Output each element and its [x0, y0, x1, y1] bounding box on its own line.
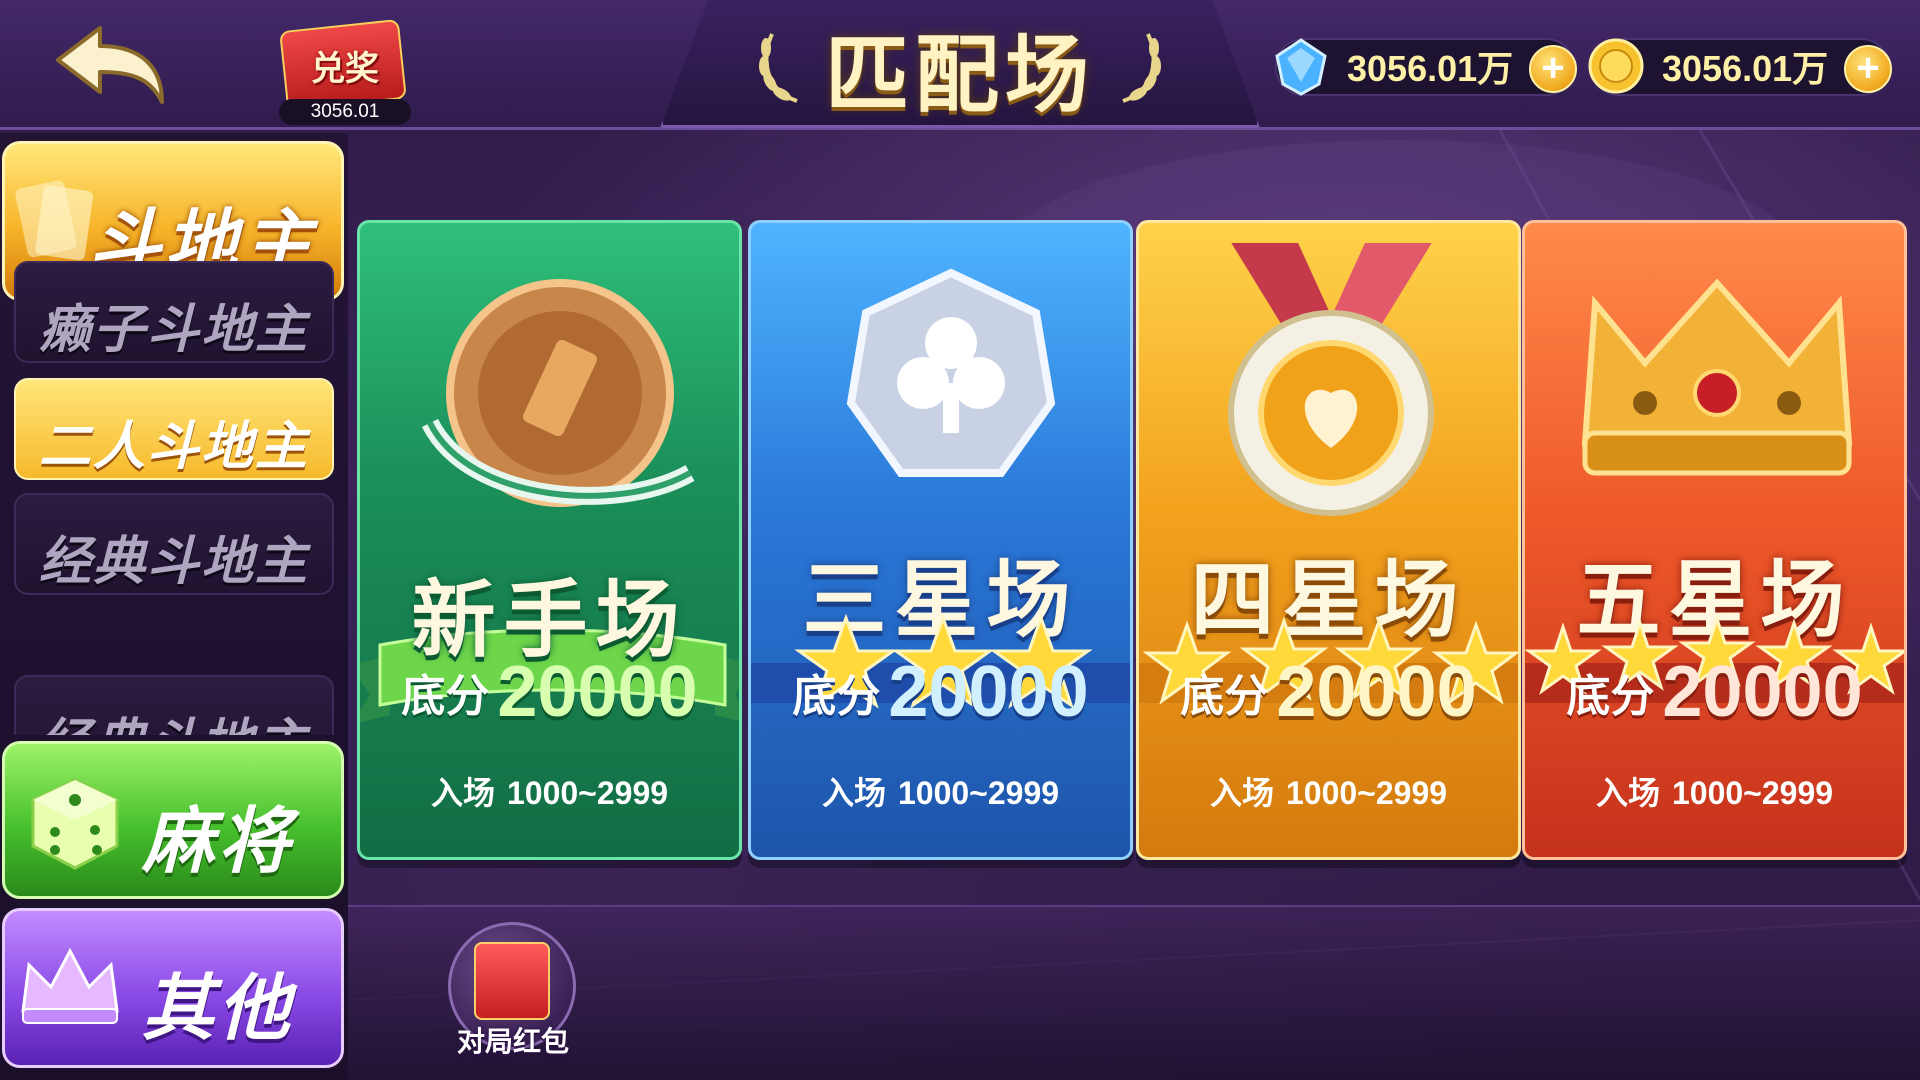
- diamond-value: 3056.01万: [1347, 48, 1514, 89]
- match-red-packet-label: 对局红包: [456, 1026, 569, 1057]
- entry-label: 入场: [430, 775, 495, 811]
- entry-range-value: 1000~2999: [1671, 775, 1834, 811]
- base-score: 底分 20000: [751, 651, 1130, 733]
- gold-value: 3056.01万: [1662, 48, 1829, 89]
- silver-club-badge-icon: [846, 268, 1056, 477]
- add-diamond-button[interactable]: +: [1529, 45, 1577, 93]
- category-other[interactable]: 其他: [2, 908, 344, 1068]
- entry-label: 入场: [821, 775, 886, 811]
- match-red-packet-button[interactable]: 对局红包: [448, 922, 578, 1062]
- add-gold-button[interactable]: +: [1844, 45, 1892, 93]
- gold-balance: 3056.01万 +: [1588, 38, 1892, 96]
- base-score-value: 20000: [497, 652, 698, 732]
- subcat-jingdian-doudizhu-2[interactable]: 经典斗地主: [14, 675, 334, 735]
- subcat-label: 癞子斗地主: [38, 301, 309, 359]
- redeem-amount: 3056.01: [279, 99, 411, 125]
- base-score-value: 20000: [888, 652, 1089, 732]
- base-score-value: 20000: [1662, 652, 1863, 732]
- back-arrow-icon: [56, 26, 164, 104]
- subcat-label: 经典斗地主: [16, 701, 332, 735]
- page-title: 匹配场: [824, 28, 1095, 122]
- room-card-four-star[interactable]: 四星场 底分 20000 入场 1000~2999: [1136, 220, 1521, 860]
- room-card-five-star[interactable]: 五星场 底分 20000 入场 1000~2999: [1522, 220, 1907, 860]
- base-score-label: 底分: [1566, 672, 1655, 721]
- room-card-beginner[interactable]: 新手场 底分 20000 入场 1000~2999: [357, 220, 742, 860]
- back-button[interactable]: [50, 20, 170, 110]
- base-score: 底分 20000: [360, 651, 739, 733]
- entry-range-value: 1000~2999: [1285, 775, 1448, 811]
- category-mahjong-label: 麻将: [141, 802, 294, 882]
- entry-range: 入场 1000~2999: [751, 768, 1130, 814]
- gold-coin-icon: [1588, 38, 1644, 94]
- entry-label: 入场: [1595, 775, 1660, 811]
- base-score-label: 底分: [1180, 672, 1269, 721]
- category-mahjong[interactable]: 麻将: [2, 741, 344, 899]
- subcat-erren-doudizhu[interactable]: 二人斗地主: [14, 378, 334, 480]
- subcat-label: 二人斗地主: [38, 418, 309, 476]
- bronze-coin-icon: [421, 279, 695, 507]
- subcat-scroll-clip: 经典斗地主: [14, 675, 334, 735]
- base-score-label: 底分: [792, 672, 881, 721]
- category-other-label: 其他: [141, 969, 294, 1049]
- top-bar: 兑奖 3056.01 匹配场 3056.01万 + 3056.01万 +: [0, 0, 1920, 130]
- subcat-label: 经典斗地主: [38, 533, 309, 591]
- crown-icon: [1581, 278, 1853, 476]
- base-score: 底分 20000: [1525, 651, 1904, 733]
- subcat-jingdian-doudizhu[interactable]: 经典斗地主: [14, 493, 334, 595]
- sidebar: 斗地主 癞子斗地主 二人斗地主 经典斗地主 经典斗地主 麻将 其他: [0, 133, 348, 1080]
- room-card-three-star[interactable]: 三星场 底分 20000 入场 1000~2999: [748, 220, 1133, 860]
- red-envelope-icon: [474, 942, 550, 1020]
- entry-range-value: 1000~2999: [897, 775, 1060, 811]
- laurel-right-icon: [1122, 33, 1161, 103]
- subcat-laizi-doudizhu[interactable]: 癞子斗地主: [14, 261, 334, 363]
- entry-label: 入场: [1209, 775, 1274, 811]
- diamond-icon: [1275, 38, 1327, 96]
- redeem-label: 兑奖: [311, 50, 379, 88]
- entry-range: 入场 1000~2999: [1139, 768, 1518, 814]
- gold-medal-icon: [1228, 243, 1434, 516]
- diamond-balance: 3056.01万 +: [1275, 38, 1577, 96]
- base-score-label: 底分: [401, 672, 490, 721]
- entry-range-value: 1000~2999: [506, 775, 669, 811]
- entry-range: 入场 1000~2999: [360, 768, 739, 814]
- base-score-value: 20000: [1276, 652, 1477, 732]
- redeem-button[interactable]: 兑奖 3056.01: [275, 5, 415, 125]
- entry-range: 入场 1000~2999: [1525, 768, 1904, 814]
- base-score: 底分 20000: [1139, 651, 1518, 733]
